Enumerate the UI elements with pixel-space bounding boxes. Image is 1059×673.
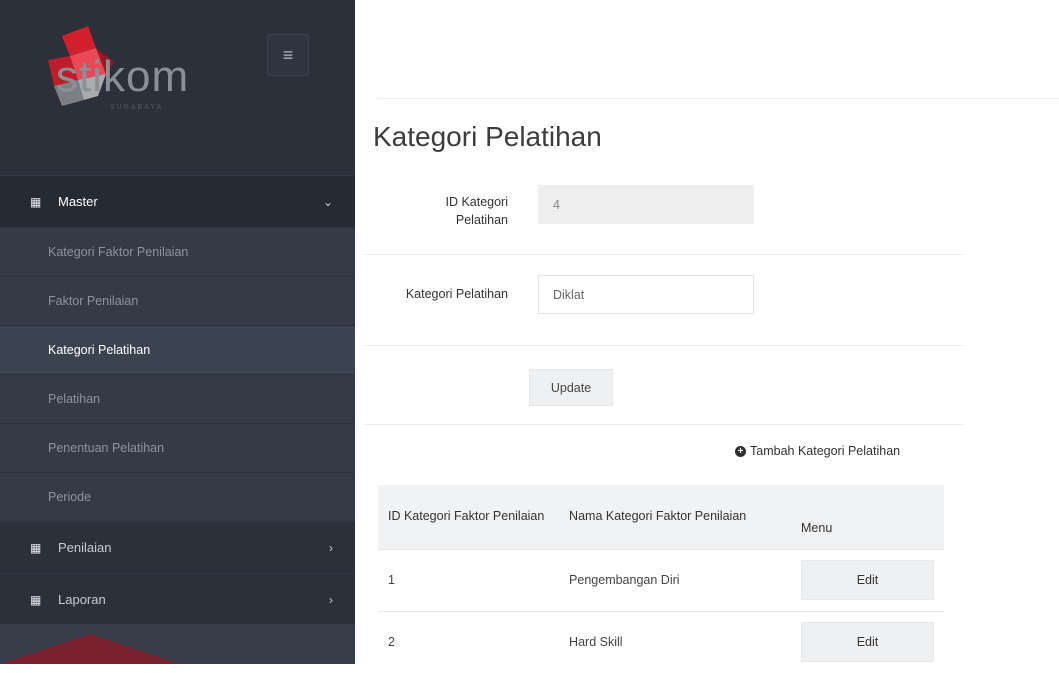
sidebar-item-periode[interactable]: Periode bbox=[0, 472, 355, 521]
page-title: Kategori Pelatihan bbox=[373, 121, 602, 152]
main-content: Kategori Pelatihan ID Kategori Pelatihan… bbox=[355, 0, 1059, 673]
nav-group-master[interactable]: ▦ Master ⌄ bbox=[0, 175, 355, 227]
name-field-label: Kategori Pelatihan bbox=[405, 287, 508, 301]
nav-group-laporan[interactable]: ▦ Laporan › bbox=[0, 573, 355, 625]
id-field-label: ID Kategori Pelatihan bbox=[445, 195, 508, 227]
sidebar-item-penentuan-pelatihan[interactable]: Penentuan Pelatihan bbox=[0, 423, 355, 472]
master-submenu: Kategori Faktor Penilaian Faktor Penilai… bbox=[0, 227, 355, 521]
divider bbox=[365, 254, 963, 255]
grid-icon: ▦ bbox=[30, 540, 42, 555]
sidebar-item-kategori-pelatihan[interactable]: Kategori Pelatihan bbox=[0, 325, 355, 374]
nav-group-label: Master bbox=[58, 194, 98, 209]
edit-button[interactable]: Edit bbox=[801, 560, 934, 600]
nav-group-penilaian[interactable]: ▦ Penilaian › bbox=[0, 521, 355, 573]
grid-icon: ▦ bbox=[30, 592, 42, 607]
cell-menu: Edit bbox=[791, 548, 944, 611]
sidebar-footer bbox=[0, 624, 355, 664]
sidebar: stikom SURABAYA ≡ ▦ Master ⌄ Kategori Fa… bbox=[0, 0, 355, 664]
kategori-pelatihan-input[interactable]: Diklat bbox=[538, 275, 754, 314]
table-row: 1 Pengembangan Diri Edit bbox=[378, 548, 944, 611]
chevron-right-icon: › bbox=[329, 592, 333, 607]
logo-text: stikom bbox=[56, 52, 190, 101]
chevron-right-icon: › bbox=[329, 540, 333, 555]
column-header: ID Kategori Faktor Penilaian bbox=[388, 509, 545, 524]
chevron-down-icon: ⌄ bbox=[322, 194, 333, 209]
add-link-label: Tambah Kategori Pelatihan bbox=[750, 444, 901, 458]
nav-group-label: Penilaian bbox=[58, 540, 112, 555]
header-divider bbox=[377, 98, 1059, 99]
sidebar-item-kategori-faktor-penilaian[interactable]: Kategori Faktor Penilaian bbox=[0, 227, 355, 276]
brand-area: stikom SURABAYA ≡ bbox=[0, 0, 355, 175]
menu-toggle-button[interactable]: ≡ bbox=[267, 34, 309, 76]
grid-icon: ▦ bbox=[30, 194, 42, 209]
add-kategori-link[interactable]: + Tambah Kategori Pelatihan bbox=[735, 444, 900, 458]
logo-subtext: SURABAYA bbox=[110, 104, 164, 111]
watermark-shape bbox=[0, 634, 180, 664]
plus-circle-icon: + bbox=[735, 445, 746, 457]
update-button[interactable]: Update bbox=[529, 369, 613, 406]
hamburger-icon: ≡ bbox=[282, 45, 294, 65]
kategori-table: ID Kategori Faktor Penilaian Nama Katego… bbox=[378, 485, 944, 673]
nav-group-label: Laporan bbox=[58, 592, 106, 607]
edit-button[interactable]: Edit bbox=[801, 622, 934, 663]
cell-name: Pengembangan Diri bbox=[559, 548, 791, 611]
divider bbox=[365, 345, 963, 346]
table-header-row: ID Kategori Faktor Penilaian Nama Katego… bbox=[378, 485, 944, 549]
cell-id: 1 bbox=[378, 548, 560, 611]
sidebar-item-pelatihan[interactable]: Pelatihan bbox=[0, 374, 355, 423]
id-field: 4 bbox=[538, 185, 754, 224]
column-header: Nama Kategori Faktor Penilaian bbox=[569, 509, 747, 524]
divider bbox=[365, 424, 963, 425]
sidebar-nav: ▦ Master ⌄ Kategori Faktor Penilaian Fak… bbox=[0, 175, 355, 625]
column-header: Menu bbox=[801, 521, 833, 536]
sidebar-item-faktor-penilaian[interactable]: Faktor Penilaian bbox=[0, 276, 355, 325]
